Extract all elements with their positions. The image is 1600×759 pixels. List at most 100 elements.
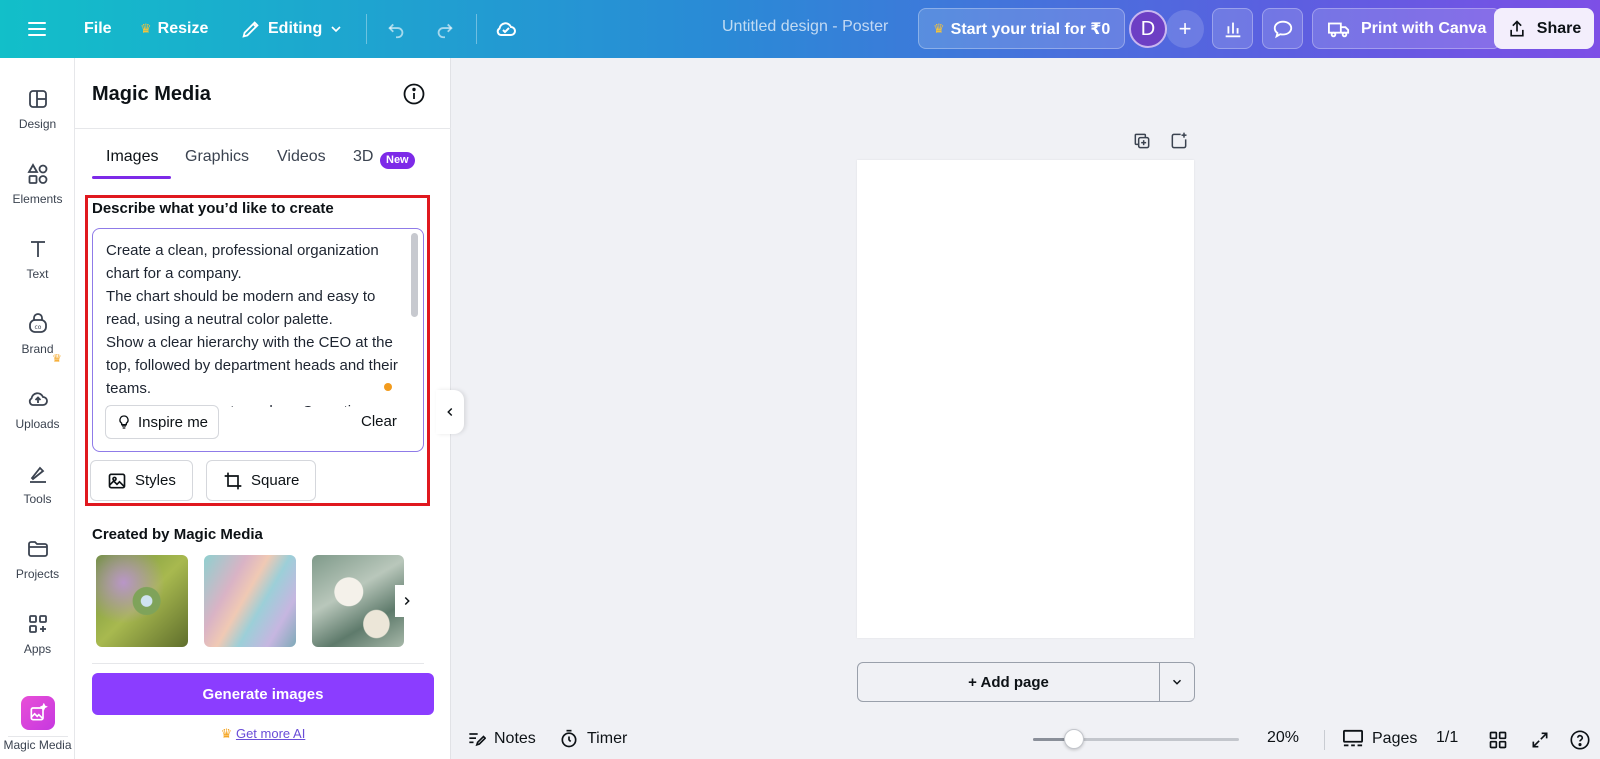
rail-item-apps[interactable]: Apps [0,601,75,667]
image-icon [108,473,126,488]
rail-item-magic-media[interactable]: Magic Media [0,696,75,752]
prompt-text[interactable]: Create a clean, professional organizatio… [106,239,406,407]
design-title[interactable]: Untitled design - Poster [722,18,888,36]
chevron-down-icon [1172,679,1182,685]
add-page-control: + Add page [857,662,1195,702]
zoom-slider-handle[interactable] [1064,729,1084,749]
file-menu-button[interactable]: File [74,9,122,49]
generated-image-thumbnail[interactable] [204,555,296,647]
rail-item-text[interactable]: Text [0,226,75,292]
resize-label: Resize [157,20,209,37]
rail-item-design[interactable]: Design [0,76,75,142]
generated-image-thumbnail[interactable] [96,555,188,647]
fullscreen-icon[interactable] [1528,728,1552,752]
notes-button[interactable]: Notes [466,729,536,749]
tab-3d[interactable]: 3D [353,148,373,166]
cloud-upload-icon [28,392,48,406]
svg-text:co: co [34,324,41,331]
styles-button[interactable]: Styles [90,460,193,501]
cloud-saved-icon[interactable] [490,13,522,45]
undo-icon[interactable] [380,13,412,45]
panel-title: Magic Media [92,83,211,105]
active-tab-indicator [92,176,171,179]
redo-icon[interactable] [429,13,461,45]
new-badge: New [380,152,415,169]
shapes-icon [26,163,47,184]
magic-media-panel: Magic Media Images Graphics Videos 3D Ne… [75,58,451,759]
tab-graphics[interactable]: Graphics [185,148,249,166]
crown-icon: ♛ [220,726,233,741]
chevron-right-icon[interactable] [395,585,419,617]
add-page-icon[interactable] [1166,128,1192,154]
share-label: Share [1536,19,1582,37]
get-more-ai-link-row: ♛ Get more AI [75,726,451,742]
timer-button[interactable]: Timer [559,729,627,749]
print-with-canva-button[interactable]: Print with Canva [1312,8,1502,49]
get-more-ai-link[interactable]: Get more AI [236,726,305,741]
collapse-panel-button[interactable] [436,390,464,434]
timer-icon [561,729,577,748]
start-trial-button[interactable]: ♛ Start your trial for ₹0 [918,8,1126,49]
rail-item-uploads[interactable]: Uploads [0,376,75,442]
invite-plus-icon[interactable]: + [1166,10,1204,48]
rail-item-brand[interactable]: co Brand [0,301,75,367]
rail-item-projects[interactable]: Projects [0,526,75,592]
created-by-label: Created by Magic Media [92,526,263,543]
panel-divider [75,128,451,129]
help-icon[interactable] [1568,728,1592,752]
pages-label: Pages [1372,730,1418,747]
rail-item-elements[interactable]: Elements [0,151,75,217]
avatar[interactable]: D [1129,10,1167,48]
comment-icon[interactable] [1262,8,1303,49]
crown-icon: ♛ [933,20,945,36]
add-page-dropdown[interactable] [1160,663,1194,701]
tab-videos[interactable]: Videos [277,148,326,166]
crop-icon [224,472,242,489]
share-button[interactable]: Share [1494,8,1594,49]
editing-label: Editing [268,20,323,37]
bottom-bar: Notes Timer 20% Pages 1/1 [452,720,1600,759]
zoom-level[interactable]: 20% [1267,729,1299,747]
print-label: Print with Canva [1361,19,1487,37]
timer-label: Timer [587,730,628,747]
layout-icon [28,90,47,108]
prompt-textarea[interactable]: Create a clean, professional organizatio… [92,228,424,452]
magic-media-icon [20,696,55,730]
prompt-scrollbar[interactable] [411,233,418,317]
styles-label: Styles [135,472,176,489]
rail-item-label: Design [18,117,57,131]
editing-mode-button[interactable]: Editing [230,9,354,49]
page-count: 1/1 [1436,729,1459,746]
duplicate-page-icon[interactable] [1129,128,1155,154]
trial-label: Start your trial for ₹0 [950,20,1111,38]
zoom-slider[interactable] [1033,729,1239,749]
add-page-button[interactable]: + Add page [858,663,1160,701]
describe-label: Describe what you’d like to create [92,200,334,217]
rail-item-label: Elements [12,192,63,206]
pen-tool-icon [29,466,46,483]
grid-view-icon[interactable] [1486,728,1510,752]
pages-icon [1343,729,1363,747]
rail-item-label: Projects [15,567,60,581]
tab-images[interactable]: Images [106,148,158,166]
aspect-ratio-button[interactable]: Square [206,460,317,501]
resize-button[interactable]: ♛ Resize [130,9,218,49]
toolbar-divider [476,14,477,44]
rail-item-label: Apps [23,642,52,656]
brand-icon: co [28,313,47,333]
rail-item-label: Text [26,267,49,281]
pages-button[interactable]: Pages [1342,729,1417,749]
rail-item-tools[interactable]: Tools [0,451,75,517]
rail-item-label: Tools [23,492,52,506]
generate-images-button[interactable]: Generate images [92,673,434,715]
inspire-label: Inspire me [138,413,209,431]
info-icon[interactable] [402,82,426,106]
insights-chart-icon[interactable] [1212,8,1253,49]
menu-icon[interactable] [22,14,52,44]
generated-image-thumbnail[interactable] [312,555,404,647]
clear-button[interactable]: Clear [361,413,397,430]
rail-item-label: Magic Media [3,738,72,752]
design-page[interactable] [857,160,1194,638]
inspire-me-button[interactable]: Inspire me [105,405,220,439]
rail-item-label: Uploads [15,417,60,431]
